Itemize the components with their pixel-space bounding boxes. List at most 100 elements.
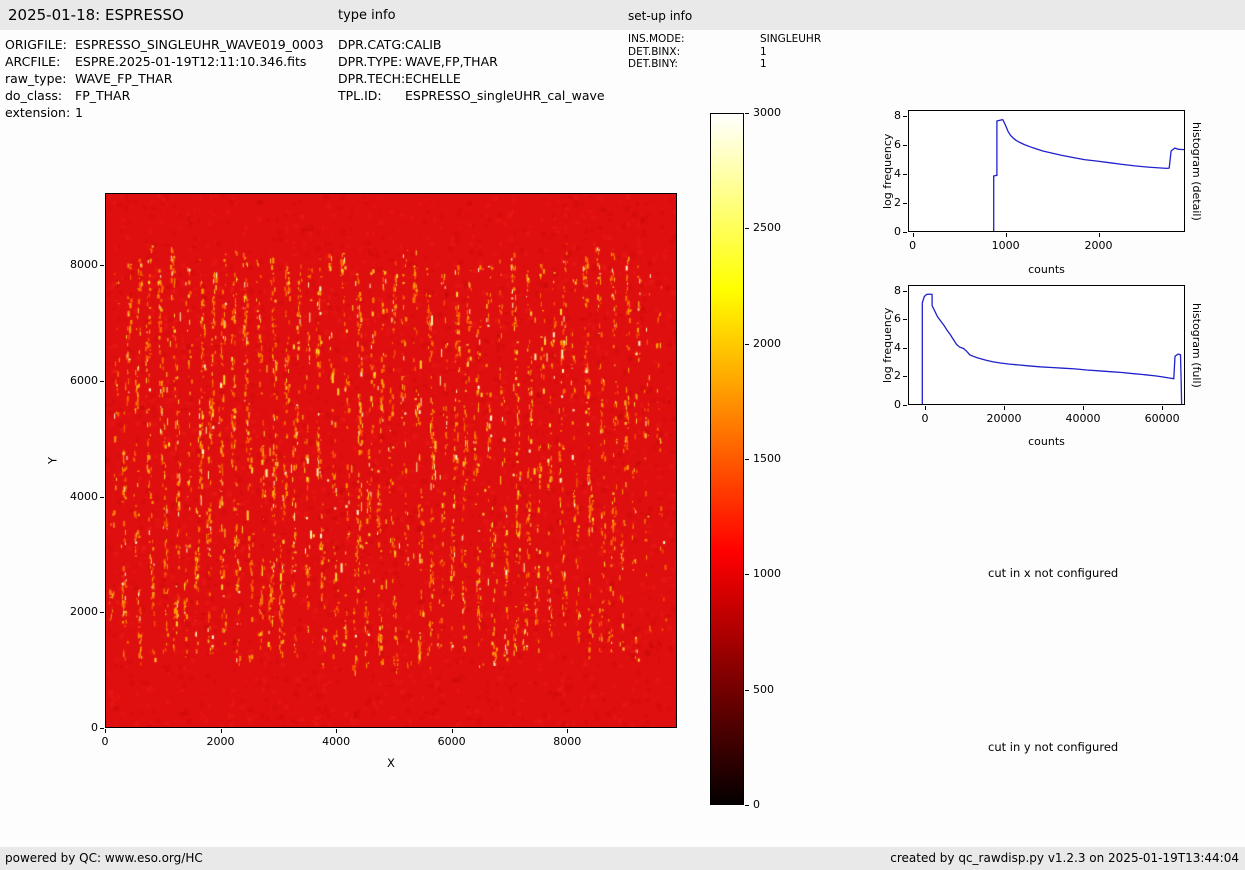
tick-mark xyxy=(903,291,907,292)
tick-mark xyxy=(903,145,907,146)
tick-mark xyxy=(925,406,926,410)
tick-mark xyxy=(745,344,749,345)
field-label: raw_type: xyxy=(5,70,75,87)
tick-label: 500 xyxy=(753,683,797,697)
section-title-setup-info: set-up info xyxy=(628,9,692,23)
histogram-full-plot xyxy=(908,285,1185,405)
field-label: DPR.TYPE: xyxy=(338,53,405,70)
field-value: 1 xyxy=(760,58,767,71)
tick-mark xyxy=(903,405,907,406)
tick-mark xyxy=(100,381,104,382)
tick-label: 1000 xyxy=(753,567,797,581)
tick-mark xyxy=(1006,233,1007,237)
field-label: do_class: xyxy=(5,87,75,104)
tick-label: 2500 xyxy=(753,221,797,235)
field-row-origfile: ORIGFILE: ESPRESSO_SINGLEUHR_WAVE019_000… xyxy=(5,36,324,53)
counts-label-full: counts xyxy=(908,435,1185,448)
histogram-full-title: histogram (full) xyxy=(1189,285,1204,405)
section-title-type-info: type info xyxy=(338,8,396,23)
field-label: DET.BINX: xyxy=(628,46,760,59)
tick-mark xyxy=(903,376,907,377)
cut-x-note: cut in x not configured xyxy=(988,566,1118,580)
tick-mark xyxy=(336,729,337,733)
field-label: TPL.ID: xyxy=(338,87,405,104)
tick-label: 3000 xyxy=(753,106,797,120)
tick-label: 8000 xyxy=(542,735,592,749)
tick-mark xyxy=(567,729,568,733)
tick-label: 4000 xyxy=(311,735,361,749)
tick-mark xyxy=(903,319,907,320)
field-row-extension: extension: 1 xyxy=(5,104,324,121)
tick-mark xyxy=(1004,406,1005,410)
tick-mark xyxy=(452,729,453,733)
tick-mark xyxy=(100,612,104,613)
tick-label: 6000 xyxy=(427,735,477,749)
tick-mark xyxy=(745,113,749,114)
field-label: ORIGFILE: xyxy=(5,36,75,53)
field-label: DET.BINY: xyxy=(628,58,760,71)
field-value: SINGLEUHR xyxy=(760,33,821,46)
field-row-arcfile: ARCFILE: ESPRE.2025-01-19T12:11:10.346.f… xyxy=(5,53,324,70)
type-info-block: DPR.CATG: CALIB DPR.TYPE: WAVE,FP,THAR D… xyxy=(338,36,605,104)
tick-label: 2000 xyxy=(753,337,797,351)
tick-label: 0 xyxy=(900,412,950,426)
field-value: ESPRESSO_singleUHR_cal_wave xyxy=(405,87,605,104)
tick-mark xyxy=(745,690,749,691)
tick-mark xyxy=(903,348,907,349)
field-label: INS.MODE: xyxy=(628,33,760,46)
field-label: ARCFILE: xyxy=(5,53,75,70)
y-axis-label: Y xyxy=(45,193,60,728)
field-row-do-class: do_class: FP_THAR xyxy=(5,87,324,104)
file-info-block: ORIGFILE: ESPRESSO_SINGLEUHR_WAVE019_000… xyxy=(5,36,324,121)
page-title: 2025-01-18: ESPRESSO xyxy=(8,6,184,24)
tick-label: 20000 xyxy=(979,412,1029,426)
field-value: ECHELLE xyxy=(405,70,461,87)
field-label: DPR.TECH: xyxy=(338,70,405,87)
field-row-raw-type: raw_type: WAVE_FP_THAR xyxy=(5,70,324,87)
tick-label: 1500 xyxy=(753,452,797,466)
log-frequency-label-full: log frequency xyxy=(880,285,895,405)
field-row-det-biny: DET.BINY: 1 xyxy=(628,58,821,71)
tick-mark xyxy=(100,728,104,729)
tick-mark xyxy=(1099,233,1100,237)
tick-mark xyxy=(903,232,907,233)
tick-mark xyxy=(745,805,749,806)
histogram-line xyxy=(994,120,1184,231)
tick-label: 2000 xyxy=(1074,239,1124,253)
tick-mark xyxy=(1162,406,1163,410)
tick-label: 2000 xyxy=(196,735,246,749)
tick-mark xyxy=(221,729,222,733)
field-value: ESPRESSO_SINGLEUHR_WAVE019_0003 xyxy=(75,36,324,53)
log-frequency-label-detail: log frequency xyxy=(880,110,895,232)
field-value: FP_THAR xyxy=(75,87,130,104)
tick-label: 0 xyxy=(80,735,130,749)
footer-created-by: created by qc_rawdisp.py v1.2.3 on 2025-… xyxy=(890,847,1239,870)
tick-mark xyxy=(100,497,104,498)
tick-label: 40000 xyxy=(1058,412,1108,426)
tick-mark xyxy=(745,459,749,460)
field-label: extension: xyxy=(5,104,75,121)
header-bar: 2025-01-18: ESPRESSO type info set-up in… xyxy=(0,0,1245,30)
field-row-dpr-type: DPR.TYPE: WAVE,FP,THAR xyxy=(338,53,605,70)
cut-y-note: cut in y not configured xyxy=(988,740,1118,754)
x-axis-label: X xyxy=(105,756,677,770)
tick-mark xyxy=(903,174,907,175)
field-row-dpr-tech: DPR.TECH: ECHELLE xyxy=(338,70,605,87)
field-value: 1 xyxy=(760,46,767,59)
tick-mark xyxy=(1083,406,1084,410)
field-value: 1 xyxy=(75,104,83,121)
counts-label-detail: counts xyxy=(908,263,1185,276)
tick-mark xyxy=(903,116,907,117)
histogram-full-line-chart xyxy=(909,286,1184,404)
field-row-dpr-catg: DPR.CATG: CALIB xyxy=(338,36,605,53)
setup-info-block: INS.MODE: SINGLEUHR DET.BINX: 1 DET.BINY… xyxy=(628,33,821,71)
field-row-tpl-id: TPL.ID: ESPRESSO_singleUHR_cal_wave xyxy=(338,87,605,104)
tick-mark xyxy=(745,228,749,229)
field-value: WAVE_FP_THAR xyxy=(75,70,172,87)
field-label: DPR.CATG: xyxy=(338,36,405,53)
tick-mark xyxy=(745,574,749,575)
tick-label: 60000 xyxy=(1137,412,1187,426)
field-value: WAVE,FP,THAR xyxy=(405,53,498,70)
raw-frame-plot xyxy=(105,193,677,728)
footer-credit: powered by QC: www.eso.org/HC xyxy=(5,847,203,870)
